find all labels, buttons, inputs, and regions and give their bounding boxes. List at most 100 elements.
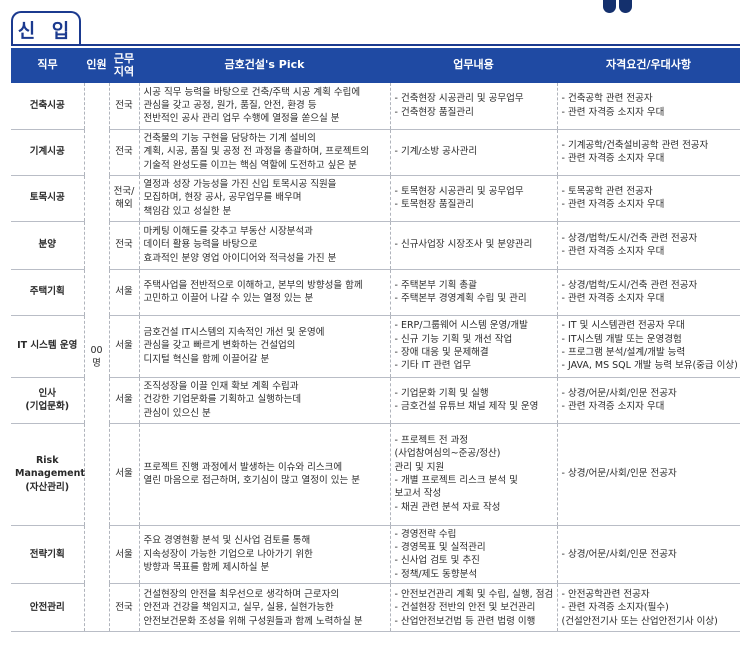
cell-line: - 신규사업장 시장조사 및 분양관리: [394, 239, 533, 251]
cell-line: 분양: [38, 239, 56, 251]
cell-line: 서울: [115, 394, 133, 406]
cell-line: 디지털 혁신을 함께 이끌어갈 분: [143, 353, 270, 365]
cell-line: 인사: [38, 387, 56, 399]
cell-line: - 건축현장 품질관리: [394, 106, 474, 118]
cell-line: 건강한 기업문화를 기획하고 실행하는데: [143, 394, 302, 406]
cell-line: - 관련 자격증 소지자 우대: [561, 401, 665, 412]
cell-line: - 상경/어문/사회/인문 전공자: [561, 387, 677, 399]
duties-cell: - 주택본부 기획 총괄 - 주택본부 경영계획 수립 및 관리: [389, 269, 557, 316]
brand-logo-icon: [603, 0, 635, 14]
table-row: 기계시공 전국 건축물의 기능 구현을 담당하는 기계 설비의 계획, 시공, 품질 …: [11, 129, 740, 176]
cell-line: - 기계/소방 공사관리: [394, 146, 478, 158]
pick-cell: 주요 경영현황 분석 및 신사업 검토를 통해 지속성장이 가능한 기업으로 나아…: [138, 525, 390, 585]
cell-line: (건설안전기사 또는 산업안전기사 이상): [561, 615, 718, 627]
cell-line: 데이터 활용 능력을 바탕으로: [143, 239, 258, 251]
cell-line: 관심을 갖고 빠르게 변화하는 건설업의: [143, 340, 296, 352]
cell-line: 관심을 갖고 공정, 원가, 품질, 안전, 환경 등: [143, 100, 317, 111]
duties-cell: - 토목현장 시공관리 및 공무업무 - 토목현장 품질관리: [389, 175, 557, 222]
cell-line: - JAVA, MS SQL 개발 능력 보유(중급 이상): [561, 360, 738, 372]
cell-line: 안전과 건강을 책임지고, 실무, 실용, 실현가능한: [143, 602, 334, 614]
location-cell: 서울: [108, 525, 139, 585]
cell-line: - 건축공학 관련 전공자: [561, 93, 653, 105]
duties-cell: - 신규사업장 시장조사 및 분양관리: [389, 221, 557, 270]
col-header-headcount: 인원: [84, 48, 109, 83]
cell-line: 조직성장을 이끌 인재 확보 계획 수립과: [143, 380, 299, 392]
qualifications-cell: - 상경/법학/도시/건축 관련 전공자 - 관련 자격증 소지자 우대: [556, 221, 740, 270]
table-header-row: 직무 인원 근무 지역 금호건설's Pick 업무내용 자격요건/우대사항: [11, 48, 740, 83]
cell-line: 건축물의 기능 구현을 담당하는 기계 설비의: [143, 132, 316, 144]
cell-line: 보고서 작성: [394, 488, 442, 500]
cell-line: - 신사업 검토 및 추진: [394, 555, 480, 567]
pick-cell: 마케팅 이해도를 갖추고 부동산 시장분석과 데이터 활용 능력을 바탕으로 효과적…: [138, 221, 390, 270]
cell-line: - 금호건설 유튜브 채널 제작 및 운영: [394, 401, 539, 412]
cell-line: 모집하며, 현장 공사, 공무업무를 배우며: [143, 192, 302, 204]
recruitment-table: 직무 인원 근무 지역 금호건설's Pick 업무내용 자격요건/우대사항 건…: [11, 48, 740, 633]
cell-line: - 관련 자격증 소지자 우대: [561, 246, 665, 257]
cell-line: - 경영목표 및 실적관리: [394, 541, 486, 553]
cell-line: 방향과 목표를 함께 제시하실 분: [143, 562, 270, 574]
header-underline: [11, 44, 740, 46]
location-cell: 전국/해외: [108, 175, 139, 222]
cell-line: 프로젝트 진행 과정에서 발생하는 이슈와 리스크에: [143, 461, 343, 473]
job-title-cell: 주택기획: [11, 269, 84, 316]
col-header-job: 직무: [11, 48, 84, 83]
cell-line: 책임감 있고 성실한 분: [143, 205, 232, 217]
table-row: 전략기획 서울 주요 경영현황 분석 및 신사업 검토를 통해 지속성장이 가능한 기…: [11, 525, 740, 585]
cell-line: - 관련 자격증 소지자 우대: [561, 293, 665, 304]
cell-line: 전략기획: [29, 548, 65, 560]
table-row: 안전관리 전국 건설현장의 안전을 최우선으로 생각하며 근로자의 안전과 건강을 책…: [11, 583, 740, 633]
cell-line: (기업문화): [25, 401, 70, 412]
cell-line: - 건설현장 전반의 안전 및 보건관리: [394, 602, 536, 614]
duties-cell: - 기계/소방 공사관리: [389, 129, 557, 176]
cell-line: 기계시공: [29, 146, 65, 158]
cell-line: 열린 마음으로 접근하며, 호기심이 많고 열정이 있는 분: [143, 475, 360, 486]
cell-line: - 토목공학 관련 전공자: [561, 185, 653, 197]
cell-line: - 채권 관련 분석 자료 작성: [394, 501, 501, 513]
job-title-cell: IT 시스템 운영: [11, 315, 84, 378]
table-row: 토목시공 전국/해외 열정과 성장 가능성을 가진 신입 토목시공 직원을 모집하며,…: [11, 175, 740, 222]
pick-cell: 주택사업을 전반적으로 이해하고, 본부의 방향성을 함께고민하고 이끌어 나갈…: [138, 269, 390, 316]
cell-line: 서울: [115, 468, 133, 480]
job-title-cell: 건축시공: [11, 83, 84, 130]
cell-line: 주택기획: [29, 286, 65, 298]
cell-line: 효과적인 분양 영업 아이디어와 적극성을 가진 분: [143, 252, 337, 264]
job-title-cell: 분양: [11, 221, 84, 270]
duties-cell: - 기업문화 기획 및 실행 - 금호건설 유튜브 채널 제작 및 운영: [389, 377, 557, 424]
cell-line: - 상경/법학/도시/건축 관련 전공자: [561, 279, 698, 291]
location-cell: 전국: [108, 221, 139, 270]
cell-line: 계획, 시공, 품질 및 공정 전 과정을 총괄하며, 프로젝트의: [143, 146, 370, 158]
cell-line: - 기업문화 기획 및 실행: [394, 387, 489, 399]
cell-line: - 관련 자격증 소지자 우대: [561, 153, 665, 164]
section-title-tab: 신 입: [11, 11, 81, 45]
job-title-cell: Risk Management (자산관리): [11, 423, 85, 526]
cell-line: 건설현장의 안전을 최우선으로 생각하며 근로자의: [143, 588, 340, 600]
cell-line: - 기계공학/건축설비공학 관련 전공자: [561, 139, 709, 151]
cell-line: 금호건설 IT시스템의 지속적인 개선 및 운영에: [143, 326, 325, 338]
location-cell: 전국: [108, 129, 139, 176]
cell-line: - 안전공학관련 전공자: [561, 588, 650, 600]
cell-line: - 정책/제도 동향분석: [394, 568, 478, 580]
cell-line: - 경영전략 수립: [394, 528, 457, 540]
job-title-cell: 인사 (기업문화): [11, 377, 84, 424]
duties-cell: - 경영전략 수립 - 경영목표 및 실적관리 - 신사업 검토 및 추진 - 정책/…: [389, 525, 557, 585]
pick-cell: 시공 직무 능력을 바탕으로 건축/주택 시공 계획 수립에 관심을 갖고 공정,…: [138, 83, 390, 130]
qualifications-cell: - 건축공학 관련 전공자 - 관련 자격증 소지자 우대: [556, 83, 740, 130]
cell-line: 고민하고 이끌어 나갈 수 있는 열정 있는 분: [143, 293, 314, 304]
cell-line: - 안전보건관리 계획 및 수립, 실행, 점검: [394, 588, 554, 600]
col-header-duties: 업무내용: [390, 48, 557, 83]
cell-line: 주택사업을 전반적으로 이해하고, 본부의 방향성을 함께: [143, 279, 363, 291]
cell-line: 안전보건문화 조성을 위해 구성원들과 함께 노력하실 분: [143, 615, 363, 627]
location-cell: 서울: [108, 423, 139, 526]
pick-cell: 건축물의 기능 구현을 담당하는 기계 설비의계획, 시공, 품질 및 공정 전…: [138, 129, 390, 176]
table-row: 분양 전국 마케팅 이해도를 갖추고 부동산 시장분석과 데이터 활용 능력을 바탕으…: [11, 221, 740, 270]
cell-line: 전국: [115, 602, 133, 614]
pick-cell: 금호건설 IT시스템의 지속적인 개선 및 운영에관심을 갖고 빠르게 변화하는…: [138, 315, 390, 378]
duties-cell: - 안전보건관리 계획 및 수립, 실행, 점검 - 건설현장 전반의 안전 및 …: [389, 583, 557, 633]
cell-line: - 프로젝트 전 과정: [394, 434, 469, 446]
cell-line: - 관련 자격증 소지자 우대: [561, 106, 665, 118]
cell-line: - 상경/법학/도시/건축 관련 전공자: [561, 232, 698, 244]
table-row: IT 시스템 운영 서울 금호건설 IT시스템의 지속적인 개선 및 운영에 관심을 …: [11, 315, 740, 378]
cell-line: - 토목현장 품질관리: [394, 199, 474, 210]
col-header-pick: 금호건설's Pick: [139, 48, 390, 83]
cell-line: 관리 및 지원: [394, 461, 445, 473]
